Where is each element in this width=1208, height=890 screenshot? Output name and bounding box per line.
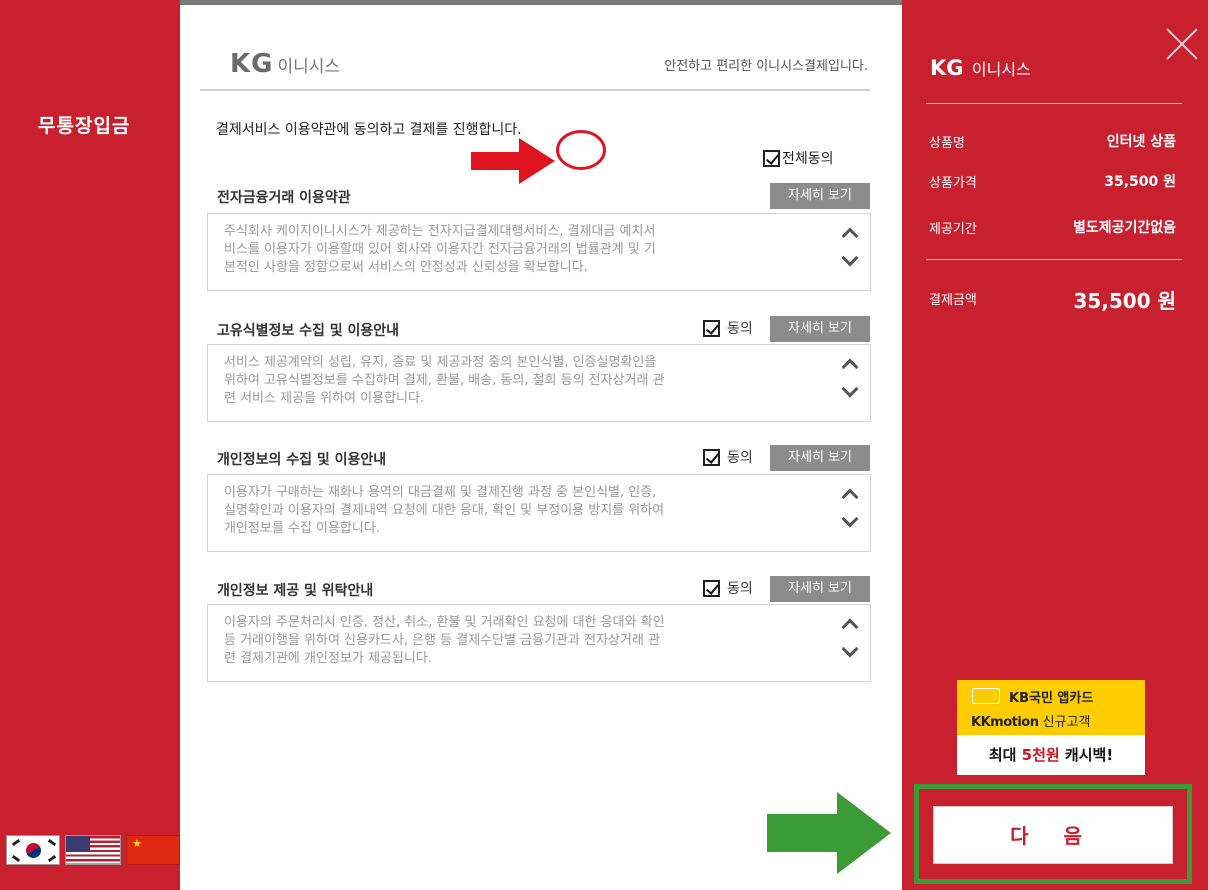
kg-inicis-logo: KG 이니시스 — [930, 56, 1031, 80]
terms-line: 이용자의 주문처리시 인증, 정산, 취소, 환불 및 거래확인 요청에 대한 … — [224, 615, 665, 630]
card-icon — [972, 688, 1000, 704]
us-flag-icon[interactable] — [65, 835, 121, 865]
section-title: 개인정보의 수집 및 이용안내 — [217, 452, 387, 468]
terms-line: 본적인 사항을 정함으로써 서비스의 안정성과 신뢰성을 확보합니다. — [224, 260, 588, 275]
next-button[interactable]: 다 음 — [933, 806, 1173, 864]
red-circle-annotation-icon — [556, 130, 606, 170]
terms-panel: KG 이니시스 안전하고 편리한 이니시스결제입니다. 결제서비스 이용약관에 동… — [180, 0, 902, 890]
agree-checkbox[interactable]: 동의 — [703, 318, 753, 338]
terms-text-box[interactable]: 이용자가 구매하는 재화나 용역의 대금결제 및 결제진행 과정 중 본인식별,… — [207, 474, 871, 552]
view-details-button[interactable]: 자세히 보기 — [770, 445, 870, 471]
divider — [200, 89, 870, 91]
order-summary-panel: KG 이니시스 상품명 인터넷 상품 상품가격 35,500 원 제공기간 별도… — [902, 0, 1208, 890]
scroll-down-icon[interactable] — [841, 510, 859, 528]
intro-text: 결제서비스 이용약관에 동의하고 결제를 진행합니다. — [216, 122, 522, 138]
agree-label: 동의 — [727, 321, 753, 337]
terms-line: 련 서비스 제공을 위하여 이용합니다. — [224, 391, 425, 406]
scroll-up-icon[interactable] — [841, 358, 859, 376]
banner-top: KB국민 앱카드 KKmotion 신규고객 — [957, 680, 1145, 735]
kg-inicis-logo: KG 이니시스 — [230, 49, 341, 79]
section-title: 전자금융거래 이용약관 — [217, 190, 351, 206]
view-details-button[interactable]: 자세히 보기 — [770, 316, 870, 342]
terms-line: 위하여 고유식별정보를 수집하며 결제, 환불, 배송, 동의, 철회 등의 전… — [224, 373, 665, 388]
banner-line1: KB국민 앱카드 — [1009, 691, 1094, 706]
checkbox-checked-icon[interactable] — [703, 448, 720, 466]
terms-line: 비스를 이용자가 이용할때 있어 회사와 이용자간 전자금융거래의 법률관계 및… — [224, 242, 656, 257]
red-arrow-annotation-icon — [471, 138, 555, 184]
section-title: 고유식별정보 수집 및 이용안내 — [217, 323, 400, 339]
scroll-up-icon[interactable] — [841, 488, 859, 506]
terms-line: 주식회사 케이지이니시스가 제공하는 전자지급결제대행서비스, 결제대금 예치서 — [224, 224, 656, 239]
language-selector: ★ — [6, 835, 180, 865]
divider — [926, 259, 1182, 260]
product-price-label: 상품가격 — [929, 176, 977, 191]
payment-method-sidebar: 무통장입금 ★ — [0, 0, 180, 890]
checkbox-checked-icon[interactable] — [763, 149, 780, 167]
view-details-button[interactable]: 자세히 보기 — [770, 183, 870, 209]
total-amount-label: 결제금액 — [929, 293, 977, 308]
product-name-value: 인터넷 상품 — [1106, 134, 1176, 150]
terms-line: 등 거래이행을 위하여 신용카드사, 은행 등 결제수단별 금융기관과 전자상거… — [224, 633, 661, 648]
agree-checkbox[interactable]: 동의 — [703, 578, 753, 598]
banner-line2: KKmotion 신규고객 — [971, 715, 1091, 730]
terms-line: 이용자가 구매하는 재화나 용역의 대금결제 및 결제진행 과정 중 본인식별,… — [224, 485, 657, 500]
scroll-up-icon[interactable] — [841, 618, 859, 636]
scroll-up-icon[interactable] — [841, 227, 859, 245]
payment-method-title: 무통장입금 — [38, 115, 131, 137]
terms-text-box[interactable]: 서비스 제공계약의 성립, 유지, 종료 및 제공과정 중의 본인식별, 인증실… — [207, 344, 871, 422]
agree-all-checkbox[interactable]: 전체동의 — [763, 148, 834, 168]
service-period-value: 별도제공기간없음 — [1072, 220, 1176, 236]
scroll-down-icon[interactable] — [841, 249, 859, 267]
terms-line: 서비스 제공계약의 성립, 유지, 종료 및 제공과정 중의 본인식별, 인증실… — [224, 355, 657, 370]
divider — [926, 103, 1182, 104]
agree-label: 동의 — [727, 581, 753, 597]
total-amount-value: 35,500 원 — [1073, 289, 1176, 313]
kb-app-card-banner[interactable]: KB국민 앱카드 KKmotion 신규고객 최대 5천원 캐시백! — [957, 680, 1145, 775]
agree-label: 동의 — [727, 450, 753, 466]
checkbox-checked-icon[interactable] — [703, 319, 720, 337]
china-flag-icon[interactable]: ★ — [126, 835, 180, 865]
agree-checkbox[interactable]: 동의 — [703, 447, 753, 467]
terms-text-box[interactable]: 이용자의 주문처리시 인증, 정산, 취소, 환불 및 거래확인 요청에 대한 … — [207, 604, 871, 682]
terms-line: 련 결제기관에 개인정보가 제공됩니다. — [224, 651, 432, 666]
view-details-button[interactable]: 자세히 보기 — [770, 576, 870, 602]
korean-flag-icon[interactable] — [6, 835, 60, 865]
checkbox-checked-icon[interactable] — [703, 579, 720, 597]
product-name-label: 상품명 — [929, 136, 965, 151]
terms-line: 실명확인과 이용자의 결제내역 요청에 대한 응대, 확인 및 부정이용 방지를… — [224, 503, 665, 518]
scroll-down-icon[interactable] — [841, 640, 859, 658]
terms-line: 개인정보를 수집 이용합니다. — [224, 521, 380, 536]
scroll-down-icon[interactable] — [841, 380, 859, 398]
product-price-value: 35,500 원 — [1104, 174, 1176, 190]
close-icon[interactable] — [1166, 28, 1198, 60]
agree-all-label: 전체동의 — [782, 151, 834, 167]
terms-text-box[interactable]: 주식회사 케이지이니시스가 제공하는 전자지급결제대행서비스, 결제대금 예치서… — [207, 213, 871, 291]
service-period-label: 제공기간 — [929, 222, 977, 237]
banner-cashback: 최대 5천원 캐시백! — [957, 735, 1145, 775]
tagline: 안전하고 편리한 이니시스결제입니다. — [664, 59, 868, 74]
section-title: 개인정보 제공 및 위탁안내 — [217, 583, 374, 599]
green-arrow-annotation-icon — [767, 792, 891, 874]
